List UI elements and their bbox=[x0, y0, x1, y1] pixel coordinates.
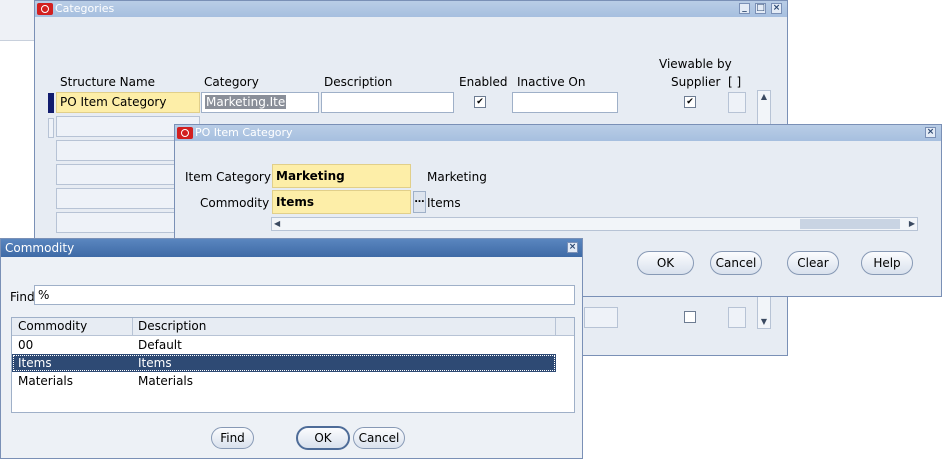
scroll-down-icon[interactable]: ▼ bbox=[758, 316, 770, 328]
header-description: Description bbox=[324, 75, 393, 89]
item-category-field[interactable]: Marketing bbox=[272, 164, 411, 188]
cancel-button[interactable]: Cancel bbox=[353, 427, 405, 449]
find-label: Find bbox=[10, 290, 35, 304]
item-category-description: Marketing bbox=[427, 170, 487, 184]
desktop-background bbox=[0, 0, 34, 41]
structure-name-field[interactable]: PO Item Category bbox=[56, 92, 200, 113]
close-icon[interactable]: × bbox=[925, 127, 936, 138]
commodity-lov-dialog: Commodity × Find % Commodity Description… bbox=[0, 238, 583, 459]
oracle-logo-icon bbox=[37, 3, 53, 15]
category-field[interactable]: Marketing.Ite bbox=[201, 92, 319, 113]
find-button[interactable]: Find bbox=[211, 427, 254, 449]
commodity-label: Commodity bbox=[200, 196, 270, 210]
enabled-checkbox[interactable]: ✔ bbox=[474, 96, 486, 108]
scroll-up-icon[interactable]: ▲ bbox=[758, 91, 770, 103]
horizontal-scrollbar[interactable]: ◀ ▶ bbox=[271, 217, 918, 231]
header-inactive-on: Inactive On bbox=[517, 75, 586, 89]
viewable-checkbox[interactable]: ✔ bbox=[684, 96, 696, 108]
minimize-icon[interactable]: _ bbox=[739, 3, 750, 14]
item-category-label: Item Category bbox=[185, 170, 271, 184]
help-button[interactable]: Help bbox=[861, 251, 913, 275]
folder-cell[interactable] bbox=[728, 92, 746, 113]
category-value: Marketing.Ite bbox=[205, 95, 287, 109]
commodity-cell: Items bbox=[18, 356, 52, 370]
header-viewable-by: Viewable by bbox=[659, 57, 732, 71]
scroll-left-icon[interactable]: ◀ bbox=[274, 218, 280, 230]
table-row[interactable]: 00 Default bbox=[12, 336, 556, 354]
po-item-category-titlebar[interactable]: PO Item Category × bbox=[175, 125, 941, 141]
oracle-logo-icon bbox=[177, 127, 193, 139]
inactive-on-field[interactable] bbox=[584, 307, 618, 328]
column-divider bbox=[555, 318, 556, 335]
window-title: Categories bbox=[55, 2, 115, 15]
column-header-description[interactable]: Description bbox=[138, 319, 206, 333]
find-input[interactable]: % bbox=[34, 285, 575, 305]
header-category: Category bbox=[204, 75, 259, 89]
close-icon[interactable]: × bbox=[771, 3, 782, 14]
close-icon[interactable]: × bbox=[567, 242, 578, 253]
ok-button[interactable]: OK bbox=[637, 251, 694, 275]
current-record-indicator bbox=[48, 93, 54, 113]
record-indicator[interactable] bbox=[48, 118, 54, 138]
viewable-checkbox[interactable] bbox=[684, 311, 696, 323]
header-structure-name: Structure Name bbox=[60, 75, 156, 89]
window-title: Commodity bbox=[5, 241, 75, 255]
scroll-thumb[interactable] bbox=[800, 219, 900, 229]
commodity-cell: Materials bbox=[18, 374, 74, 388]
folder-cell[interactable] bbox=[728, 307, 746, 328]
clear-button[interactable]: Clear bbox=[787, 251, 839, 275]
description-field[interactable] bbox=[321, 92, 454, 113]
inactive-on-field[interactable] bbox=[512, 92, 618, 113]
commodity-titlebar[interactable]: Commodity × bbox=[1, 239, 582, 257]
results-table: Commodity Description 00 Default Items I… bbox=[11, 317, 575, 413]
cancel-button[interactable]: Cancel bbox=[710, 251, 762, 275]
lov-button[interactable]: … bbox=[413, 191, 426, 213]
description-cell: Materials bbox=[138, 374, 194, 388]
ok-button[interactable]: OK bbox=[296, 426, 350, 450]
commodity-field[interactable]: Items bbox=[272, 190, 411, 214]
table-row-selected[interactable]: Items Items bbox=[12, 354, 556, 372]
commodity-cell: 00 bbox=[18, 338, 34, 352]
window-title: PO Item Category bbox=[195, 126, 293, 139]
table-row[interactable]: Materials Materials bbox=[12, 372, 556, 390]
scroll-right-icon[interactable]: ▶ bbox=[909, 218, 915, 230]
header-enabled: Enabled bbox=[459, 75, 508, 89]
header-supplier: Supplier bbox=[671, 75, 721, 89]
header-folder-bracket: [ ] bbox=[728, 75, 742, 89]
description-cell: Default bbox=[138, 338, 182, 352]
description-cell: Items bbox=[138, 356, 172, 370]
column-header-commodity[interactable]: Commodity bbox=[18, 319, 87, 333]
maximize-icon[interactable]: □ bbox=[755, 3, 766, 14]
column-divider bbox=[132, 318, 133, 335]
commodity-description: Items bbox=[427, 196, 461, 210]
results-table-header: Commodity Description bbox=[12, 318, 574, 336]
categories-titlebar[interactable]: Categories _ □ × bbox=[35, 1, 787, 17]
